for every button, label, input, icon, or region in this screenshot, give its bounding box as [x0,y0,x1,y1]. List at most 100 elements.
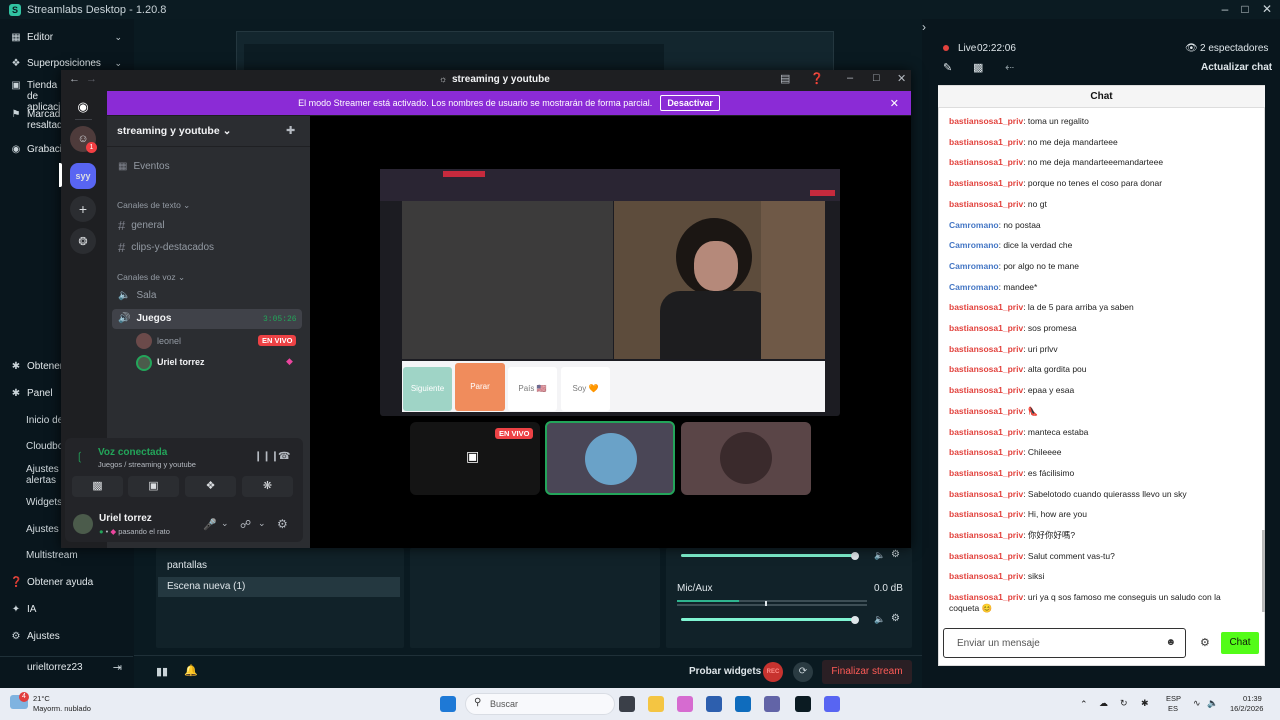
sync-icon[interactable]: ↻ [1120,698,1128,709]
chat-username[interactable]: bastiansosa1_priv [949,178,1023,188]
nav-settings[interactable]: ⚙ Ajustes [0,625,133,647]
logout-icon[interactable]: ⇥ [113,661,122,674]
camera-off-button[interactable]: ▩ [72,476,123,497]
end-stream-button[interactable]: Finalizar stream [822,660,912,684]
soundboard-button[interactable]: ❋ [242,476,293,497]
close-button[interactable]: ✕ [1256,0,1278,19]
nav-sub-widgets[interactable]: Widgets [26,497,62,508]
chat-username[interactable]: bastiansosa1_priv [949,199,1023,209]
chat-username[interactable]: bastiansosa1_priv [949,157,1023,167]
voice-channel-juegos[interactable]: 🔊 Juegos [118,313,171,324]
language-bottom[interactable]: ES [1168,704,1178,713]
chat-username[interactable]: Camromano [949,282,999,292]
channel-general[interactable]: # general [118,218,165,233]
language-top[interactable]: ESP [1166,694,1181,703]
streamlabs-taskbar-icon[interactable] [795,696,811,712]
speaker-icon[interactable]: 🔈 [874,614,885,625]
voice-user-leonel[interactable]: leonel [157,336,181,346]
chat-scrollbar[interactable] [1262,530,1265,612]
headphones-icon[interactable]: ☍ [240,518,251,531]
minimize-button[interactable]: – [1214,0,1236,19]
explore-icon[interactable]: ❂ [70,228,96,254]
invite-icon[interactable]: ✚ [286,124,295,137]
minimize-icon[interactable]: – [847,72,853,84]
user-name[interactable]: Uriel torrez [99,513,152,524]
nav-sub-settings[interactable]: Ajustes [26,524,59,535]
chat-username[interactable]: bastiansosa1_priv [949,116,1023,126]
windows-start-icon[interactable] [440,696,456,712]
participant-tile-leonel[interactable] [681,422,811,495]
chat-username[interactable]: bastiansosa1_priv [949,571,1023,581]
chat-username[interactable]: bastiansosa1_priv [949,344,1023,354]
gear-icon[interactable]: ⚙ [1200,636,1210,649]
stream-country-button[interactable]: País 🇺🇸 [508,367,557,411]
chat-username[interactable]: bastiansosa1_priv [949,489,1023,499]
activities-button[interactable]: ❖ [185,476,236,497]
bluetooth-icon[interactable]: ✱ [1141,698,1149,709]
speaker-icon[interactable]: 🔈 [874,550,885,561]
wifi-icon[interactable]: ∿ [1193,698,1201,709]
chat-username[interactable]: bastiansosa1_priv [949,509,1023,519]
gear-icon[interactable]: ⚙ [277,517,288,531]
maximize-icon[interactable]: □ [873,72,880,84]
bell-icon[interactable]: 🔔 [184,664,198,677]
participant-tile-uriel[interactable] [545,421,675,495]
chat-username[interactable]: bastiansosa1_priv [949,323,1023,333]
emoji-icon[interactable]: ☻ [1165,637,1176,648]
nav-sub-alerts[interactable]: Ajustes alertas [26,464,66,486]
inbox-icon[interactable]: ▤ [780,72,790,85]
discord-taskbar-icon[interactable] [824,696,840,712]
close-banner-icon[interactable]: ✕ [890,97,899,110]
folder-icon[interactable]: ▩ [973,61,983,74]
chat-username[interactable]: bastiansosa1_priv [949,137,1023,147]
volume-icon[interactable]: 🔈 [1207,698,1218,709]
chat-username[interactable]: bastiansosa1_priv [949,385,1023,395]
scene-item-selected[interactable]: Escena nueva (1) [158,577,400,597]
desktop-audio-knob[interactable] [851,552,859,560]
discord-home-icon[interactable]: ◉ [70,94,96,120]
nav-editor[interactable]: ▦ Editor ⌄ [0,26,133,48]
chat-username[interactable]: Camromano [949,261,999,271]
soundwave-icon[interactable]: ❙❙❙ [254,451,279,462]
disconnect-icon[interactable]: ☎ [278,451,290,462]
voice-category[interactable]: Canales de voz ⌄ [117,272,185,283]
teams-icon[interactable] [764,696,780,712]
stream-stop-button[interactable]: Parar [455,363,505,411]
chat-username[interactable]: bastiansosa1_priv [949,592,1023,602]
file-explorer-icon[interactable] [648,696,664,712]
store-icon[interactable] [706,696,722,712]
events-item[interactable]: ▦ Eventos [118,161,170,172]
channel-clips[interactable]: # clips-y-destacados [118,240,214,255]
maximize-button[interactable]: □ [1234,0,1256,19]
chevron-up-icon[interactable]: ⌃ [1080,699,1088,710]
task-view-icon[interactable] [619,696,635,712]
chat-username[interactable]: bastiansosa1_priv [949,530,1023,540]
clock-date[interactable]: 16/2/2026 [1230,704,1263,713]
clock-time[interactable]: 01:39 [1243,694,1262,703]
chat-input[interactable]: Enviar un mensaje ☻ [943,628,1186,658]
chat-send-button[interactable]: Chat [1221,632,1259,654]
stream-next-button[interactable]: Siguiente [403,367,452,411]
nav-sub-home[interactable]: Inicio de [26,415,63,426]
outlook-icon[interactable] [735,696,751,712]
refresh-chat-button[interactable]: Actualizar chat [1201,62,1272,73]
taskbar-search[interactable]: ⚲ Buscar [465,693,615,715]
server-syy[interactable]: syy [70,163,96,189]
stream-soy-button[interactable]: Soy 🧡 [561,367,610,411]
share-icon[interactable]: ⇠ [1005,61,1014,74]
add-server-icon[interactable]: + [70,196,96,222]
chat-username[interactable]: bastiansosa1_priv [949,406,1023,416]
onedrive-icon[interactable]: ☁ [1099,698,1108,709]
chevron-down-icon[interactable]: ⌄ [221,518,229,529]
disable-streamer-mode-button[interactable]: Desactivar [660,95,720,111]
nav-sub-multistream[interactable]: Multistream [26,550,78,561]
microphone-icon[interactable]: 🎤 [203,518,217,531]
avatar[interactable] [73,514,93,534]
screenshare-button[interactable]: ▣ [128,476,179,497]
forward-icon[interactable]: → [86,73,97,85]
gear-icon[interactable]: ⚙ [891,549,900,560]
nav-ai[interactable]: ✦ IA [0,598,133,620]
chat-username[interactable]: Camromano [949,240,999,250]
chat-username[interactable]: bastiansosa1_priv [949,551,1023,561]
nav-help[interactable]: ❓ Obtener ayuda [0,571,133,593]
